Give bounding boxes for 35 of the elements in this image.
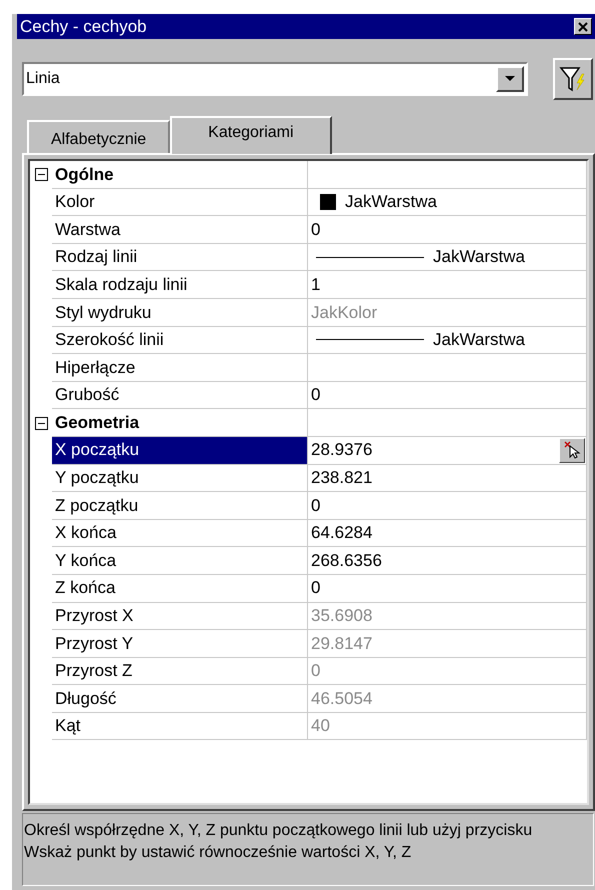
description-text: Określ współrzędne X, Y, Z punktu początkowego linii lub użyj przycisku Wskaż punkt by ustawić równocześnie wartości X, Y, Z [24, 821, 534, 863]
dropdown-value: Linia [25, 69, 61, 89]
pick-point-button[interactable] [559, 438, 585, 463]
close-button[interactable] [574, 18, 592, 35]
property-name[interactable]: Z początku [52, 492, 308, 520]
property-name[interactable]: Y końca [52, 547, 308, 575]
value-cell[interactable]: 28.9376 [308, 436, 587, 465]
tab[interactable]: Kategoriami [170, 116, 332, 154]
tab[interactable]: Alfabetycznie [27, 120, 170, 153]
property-name[interactable]: X początku [52, 436, 308, 465]
cursor-cross-icon [563, 441, 581, 460]
value-cell[interactable]: JakWarstwa [308, 326, 587, 354]
object-dropdown[interactable]: Linia [22, 62, 528, 96]
property-value[interactable]: JakWarstwa [345, 189, 586, 215]
property-value[interactable]: JakWarstwa [433, 244, 586, 270]
property-name[interactable]: Hiperłącze [52, 354, 308, 382]
property-value[interactable]: 28.9376 [311, 437, 559, 463]
value-cell[interactable]: JakWarstwa [308, 244, 587, 272]
property-name[interactable]: Grubość [52, 382, 308, 410]
window-title: Cechy - cechyob [20, 18, 147, 35]
property-name[interactable]: Z końca [52, 574, 308, 602]
value-cell[interactable]: JakWarstwa [308, 188, 587, 216]
property-name[interactable]: Skala rodzaju linii [52, 271, 308, 299]
property-name[interactable]: Rodzaj linii [52, 244, 308, 272]
funnel-lightning-icon [559, 65, 587, 93]
property-name[interactable]: Y początku [52, 464, 308, 492]
property-value[interactable]: JakWarstwa [433, 327, 586, 353]
property-name[interactable]: X końca [52, 520, 308, 548]
close-icon [578, 22, 588, 32]
quick-select-button[interactable] [553, 58, 593, 100]
property-name[interactable]: Kolor [52, 188, 308, 216]
category-header[interactable]: Ogólne [52, 161, 308, 189]
property-name[interactable]: Warstwa [52, 216, 308, 244]
property-name[interactable]: Szerokość linii [52, 326, 308, 354]
value-cell[interactable] [308, 354, 587, 382]
